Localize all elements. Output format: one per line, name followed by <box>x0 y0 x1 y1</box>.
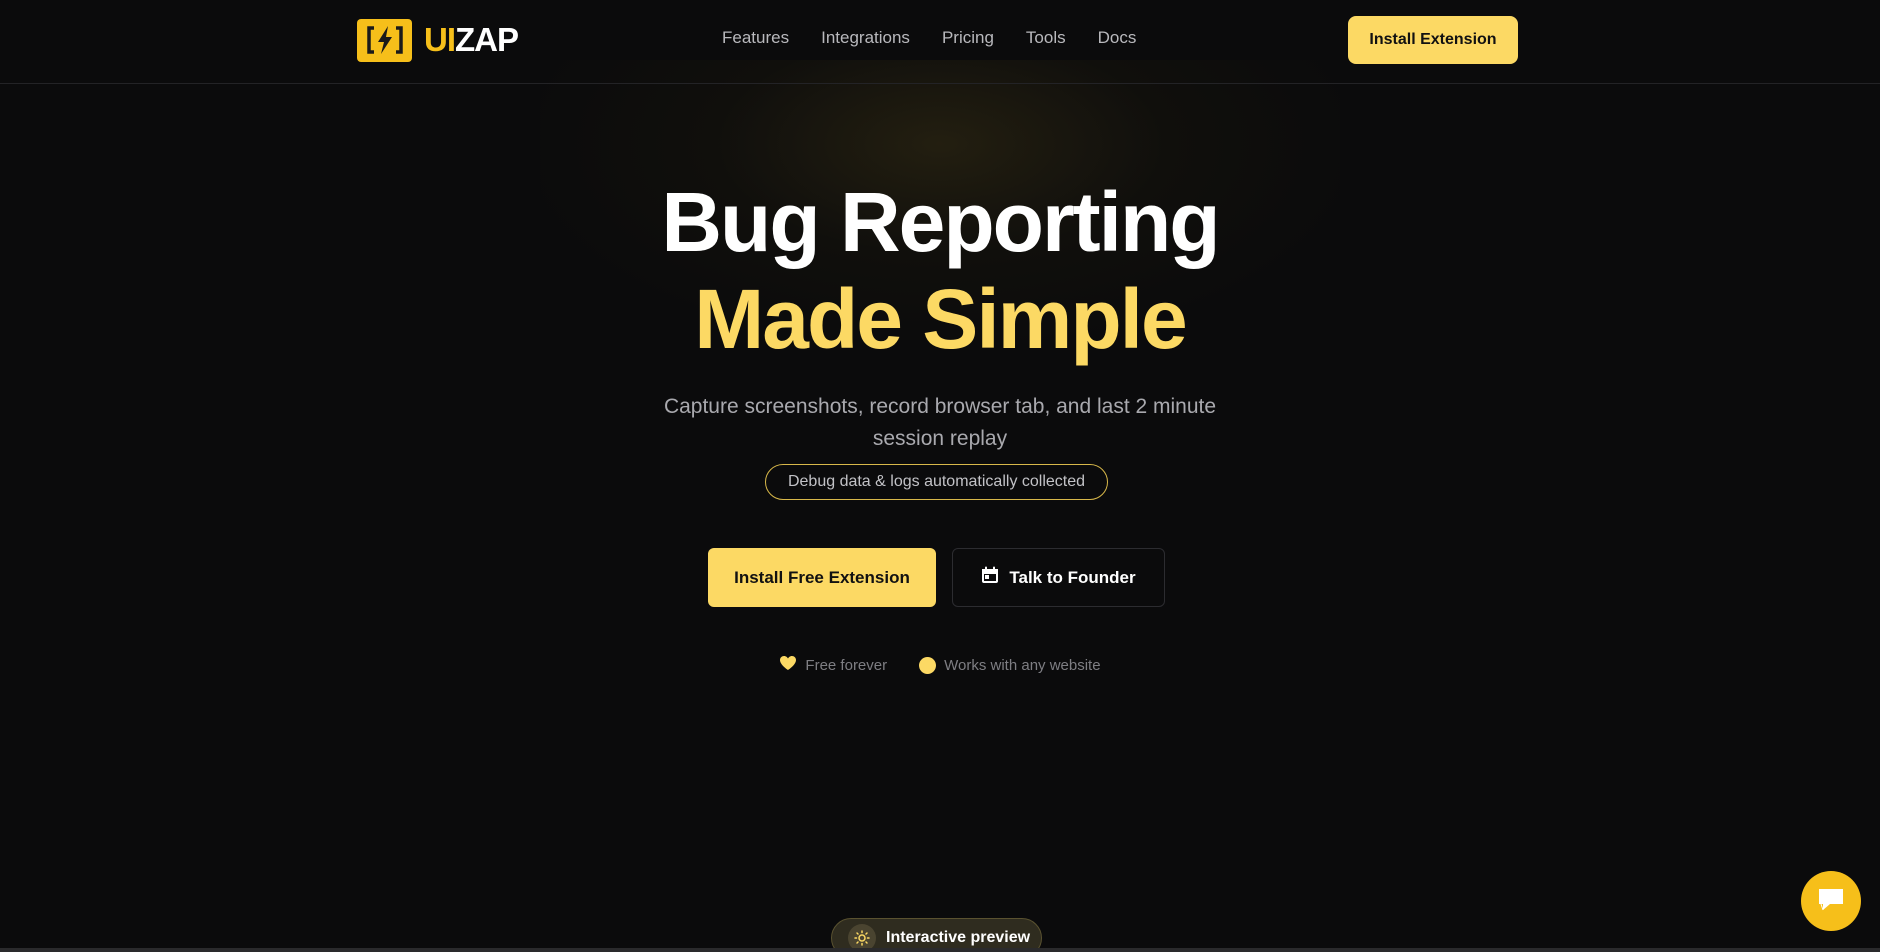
main-nav: Features Integrations Pricing Tools Docs <box>722 28 1136 48</box>
nav-tools[interactable]: Tools <box>1026 28 1066 48</box>
logo-wordmark: UIZAP <box>424 21 519 58</box>
nav-docs[interactable]: Docs <box>1098 28 1137 48</box>
interactive-preview-label: Interactive preview <box>886 929 1031 946</box>
bottom-divider <box>0 948 1880 952</box>
chat-icon <box>1816 885 1846 918</box>
chat-button[interactable] <box>1801 871 1861 931</box>
hero-title-line1: Bug Reporting <box>661 175 1220 269</box>
feature-list: Free forever Works with any website <box>0 655 1880 675</box>
calendar-icon <box>981 566 999 589</box>
dot-icon <box>919 656 937 674</box>
interactive-preview-badge[interactable]: Interactive preview <box>831 918 1042 952</box>
site-header: UIZAP Features Integrations Pricing Tool… <box>0 0 1880 84</box>
nav-features[interactable]: Features <box>722 28 789 48</box>
logo[interactable]: UIZAP <box>357 18 519 62</box>
logo-bolt-icon <box>357 18 412 62</box>
hero-subtitle: Capture screenshots, record browser tab,… <box>663 395 1217 450</box>
nav-integrations[interactable]: Integrations <box>821 28 910 48</box>
install-extension-button[interactable]: Install Extension <box>1348 16 1518 64</box>
hero-title-line2: Made Simple <box>694 272 1187 366</box>
landing-page: UIZAP Features Integrations Pricing Tool… <box>0 0 1880 952</box>
feature-free-forever: Free forever <box>779 655 887 675</box>
talk-to-founder-button[interactable]: Talk to Founder <box>952 548 1165 607</box>
feature-works-any-website: Works with any website <box>919 655 1101 675</box>
feature-label: Works with any website <box>944 656 1101 674</box>
heart-icon <box>779 655 797 675</box>
feature-label: Free forever <box>805 656 888 674</box>
nav-pricing[interactable]: Pricing <box>942 28 994 48</box>
talk-to-founder-label: Talk to Founder <box>1009 567 1136 587</box>
install-free-extension-button[interactable]: Install Free Extension <box>708 548 936 607</box>
debug-data-pill: Debug data & logs automatically collecte… <box>765 464 1108 500</box>
